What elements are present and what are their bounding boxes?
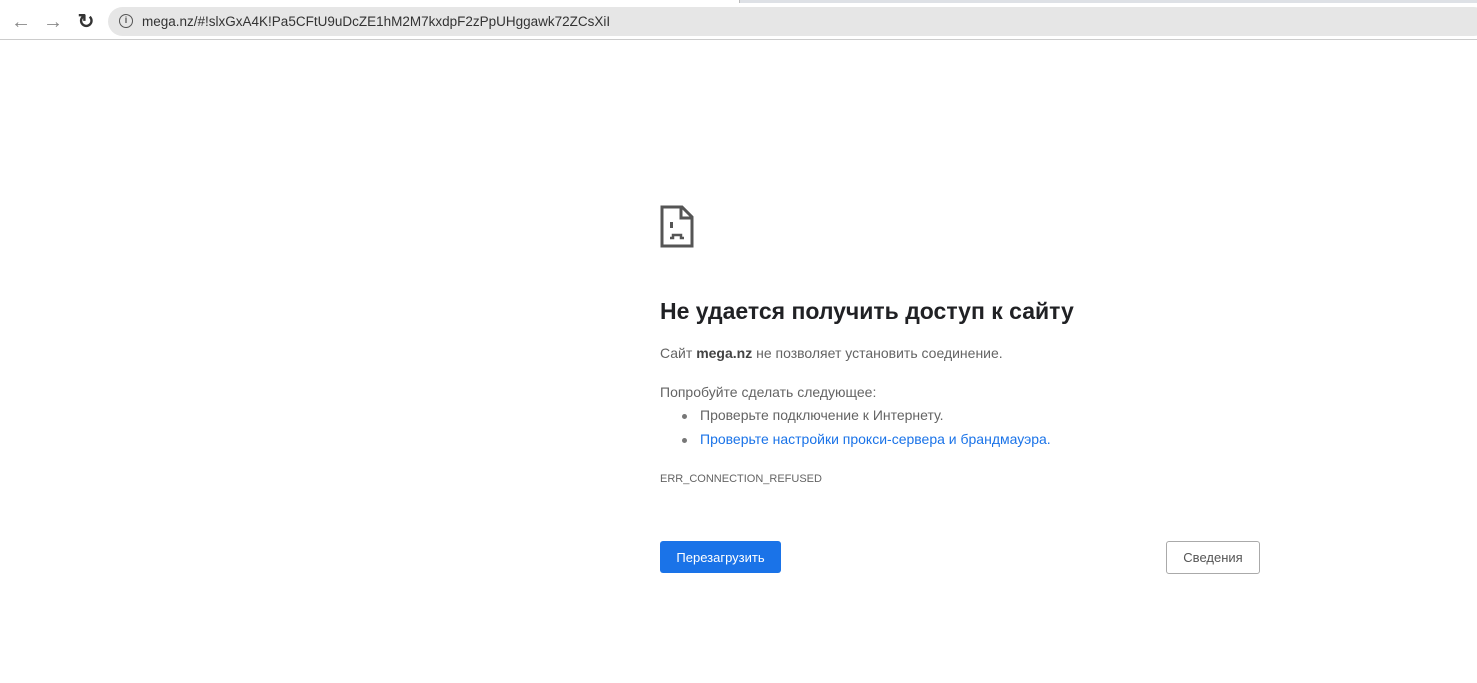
site-suffix: не позволяет установить соединение. [756, 345, 1003, 361]
error-code: ERR_CONNECTION_REFUSED [660, 473, 822, 485]
suggestion-proxy-firewall-link[interactable]: Проверьте настройки прокси-сервера и бра… [682, 431, 1051, 455]
site-prefix: Сайт [660, 345, 692, 361]
url-text[interactable]: mega.nz/#!slxGxA4K!Pa5CFtU9uDcZE1hM2M7kx… [142, 14, 610, 29]
details-button[interactable]: Сведения [1166, 541, 1260, 574]
browser-toolbar: ← → ↻ i mega.nz/#!slxGxA4K!Pa5CFtU9uDcZE… [0, 3, 1477, 40]
sad-file-icon [660, 205, 694, 248]
back-icon[interactable]: ← [8, 9, 34, 35]
info-icon[interactable]: i [119, 14, 133, 28]
suggestion-check-connection: Проверьте подключение к Интернету. [682, 407, 1051, 431]
suggestions-heading: Попробуйте сделать следующее: [660, 384, 876, 400]
reload-button[interactable]: Перезагрузить [660, 541, 781, 573]
suggestions-list: Проверьте подключение к Интернету. Прове… [682, 407, 1051, 455]
site-name: mega.nz [696, 345, 752, 361]
address-bar[interactable]: i mega.nz/#!slxGxA4K!Pa5CFtU9uDcZE1hM2M7… [108, 7, 1477, 36]
error-message: Сайт mega.nz не позволяет установить сое… [660, 345, 1003, 361]
error-title: Не удается получить доступ к сайту [660, 298, 1074, 325]
forward-icon[interactable]: → [40, 9, 66, 35]
error-page: Не удается получить доступ к сайту Сайт … [660, 205, 1260, 248]
reload-icon[interactable]: ↻ [73, 9, 99, 35]
